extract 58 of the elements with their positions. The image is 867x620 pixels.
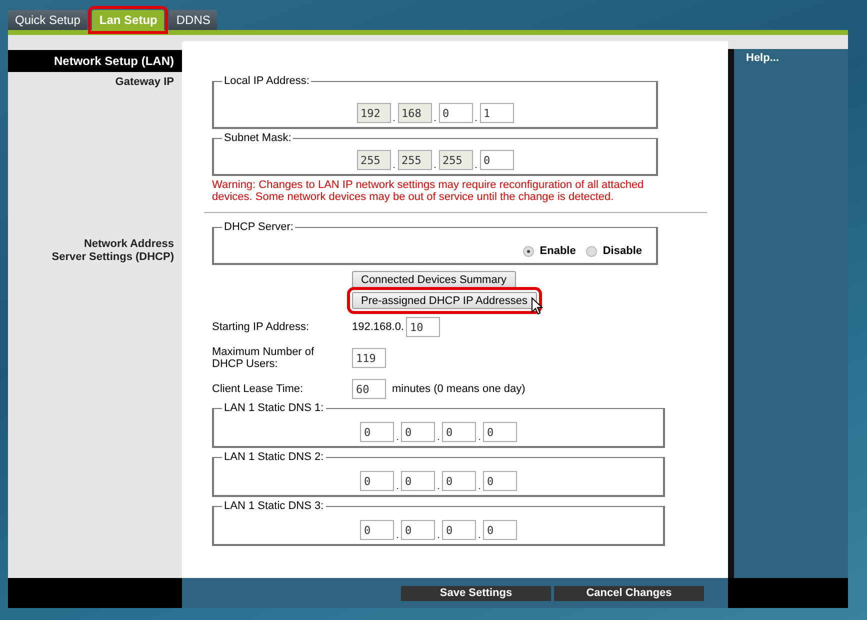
group-label: DHCP Server: xyxy=(222,221,296,233)
warning-text: Warning: Changes to LAN IP network settings may require reconfiguration of all attached devices. Some network devices may be out of service until the change is detected. xyxy=(212,179,645,203)
field-hint: minutes (0 means one day) xyxy=(392,383,526,395)
input-field[interactable]: 0 xyxy=(360,471,394,491)
dot-separator: . xyxy=(395,530,400,540)
group-label: Local IP Address: xyxy=(222,75,312,87)
dot-separator: . xyxy=(474,113,478,123)
group-label: Subnet Mask: xyxy=(222,132,294,144)
input-field[interactable]: 0 xyxy=(480,150,514,170)
input-field[interactable]: 1 xyxy=(480,103,514,123)
input-field[interactable]: 0 xyxy=(360,422,394,442)
group-label: LAN 1 Static DNS 3: xyxy=(222,500,326,512)
button[interactable]: Connected Devices Summary xyxy=(352,271,516,288)
help-link[interactable]: Help... xyxy=(746,52,780,64)
tab[interactable]: Quick Setup xyxy=(8,10,88,30)
input-field[interactable]: 0 xyxy=(483,520,517,540)
field-label: Client Lease Time: xyxy=(212,383,304,395)
input-field[interactable]: 0 xyxy=(401,422,435,442)
input-field[interactable]: 0 xyxy=(401,471,435,491)
radio-label: Disable xyxy=(602,245,642,257)
radio-button[interactable] xyxy=(522,246,534,256)
group-label: LAN 1 Static DNS 2: xyxy=(222,451,326,463)
dot-separator: . xyxy=(436,481,441,491)
dot-separator: . xyxy=(395,481,400,491)
dot-separator: . xyxy=(392,113,396,123)
dot-separator: . xyxy=(477,432,482,442)
group-label: LAN 1 Static DNS 1: xyxy=(222,402,326,414)
input-field[interactable]: 0 xyxy=(483,471,517,491)
section-label: Gateway IP xyxy=(114,76,175,89)
tab[interactable]: DDNS xyxy=(169,10,218,30)
input-field[interactable]: 0 xyxy=(483,422,517,442)
input-field[interactable]: 0 xyxy=(438,103,472,123)
section-title: Network Setup (LAN) xyxy=(8,50,182,72)
dot-separator: . xyxy=(474,160,478,170)
dot-separator: . xyxy=(436,432,441,442)
button[interactable]: Cancel Changes xyxy=(554,586,704,600)
radio-label: Enable xyxy=(540,245,576,257)
dot-separator: . xyxy=(436,530,441,540)
dot-separator: . xyxy=(395,432,400,442)
dot-separator: . xyxy=(432,113,438,123)
dot-separator: . xyxy=(477,530,482,540)
input-field[interactable]: 0 xyxy=(401,520,435,540)
dot-separator: . xyxy=(432,160,438,170)
dot-separator: . xyxy=(477,481,482,491)
input-field[interactable]: 119 xyxy=(352,348,386,368)
input-field[interactable]: 10 xyxy=(406,317,440,337)
input-field[interactable]: 0 xyxy=(360,520,394,540)
input-field[interactable]: 0 xyxy=(442,471,476,491)
input-field[interactable]: 0 xyxy=(442,520,476,540)
button[interactable]: Save Settings xyxy=(401,586,551,600)
section-label: Network Address Server Settings (DHCP) xyxy=(50,238,175,264)
input-field[interactable]: 60 xyxy=(352,379,386,399)
field-label: Maximum Number of DHCP Users: xyxy=(212,346,316,370)
input-field[interactable]: 0 xyxy=(442,422,476,442)
dot-separator: . xyxy=(392,160,396,170)
field-label: Starting IP Address: xyxy=(212,321,310,333)
radio-button[interactable] xyxy=(586,246,597,256)
ip-prefix: 192.168.0. xyxy=(352,321,404,333)
